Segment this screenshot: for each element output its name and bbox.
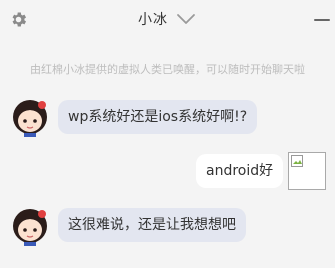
page-title: 小冰: [138, 12, 168, 28]
message-bubble-user: android好: [196, 154, 284, 188]
bot-avatar: [13, 209, 47, 246]
message-bubble-bot: 这很难说，还是让我想想吧: [58, 208, 246, 242]
gear-icon[interactable]: [9, 10, 28, 29]
chat-header: 小冰: [0, 0, 335, 40]
user-avatar: [288, 152, 326, 190]
minimize-icon[interactable]: [314, 19, 330, 21]
broken-image-icon: [291, 155, 303, 167]
chevron-down-icon: [177, 14, 195, 24]
bot-avatar: [13, 100, 47, 137]
title-dropdown[interactable]: 小冰: [138, 8, 196, 30]
message-bubble-bot: wp系统好还是ios系统好啊!?: [58, 100, 258, 134]
system-notice: 由红棉小冰提供的虚拟人类已唤醒，可以随时开始聊天啦: [30, 63, 305, 76]
